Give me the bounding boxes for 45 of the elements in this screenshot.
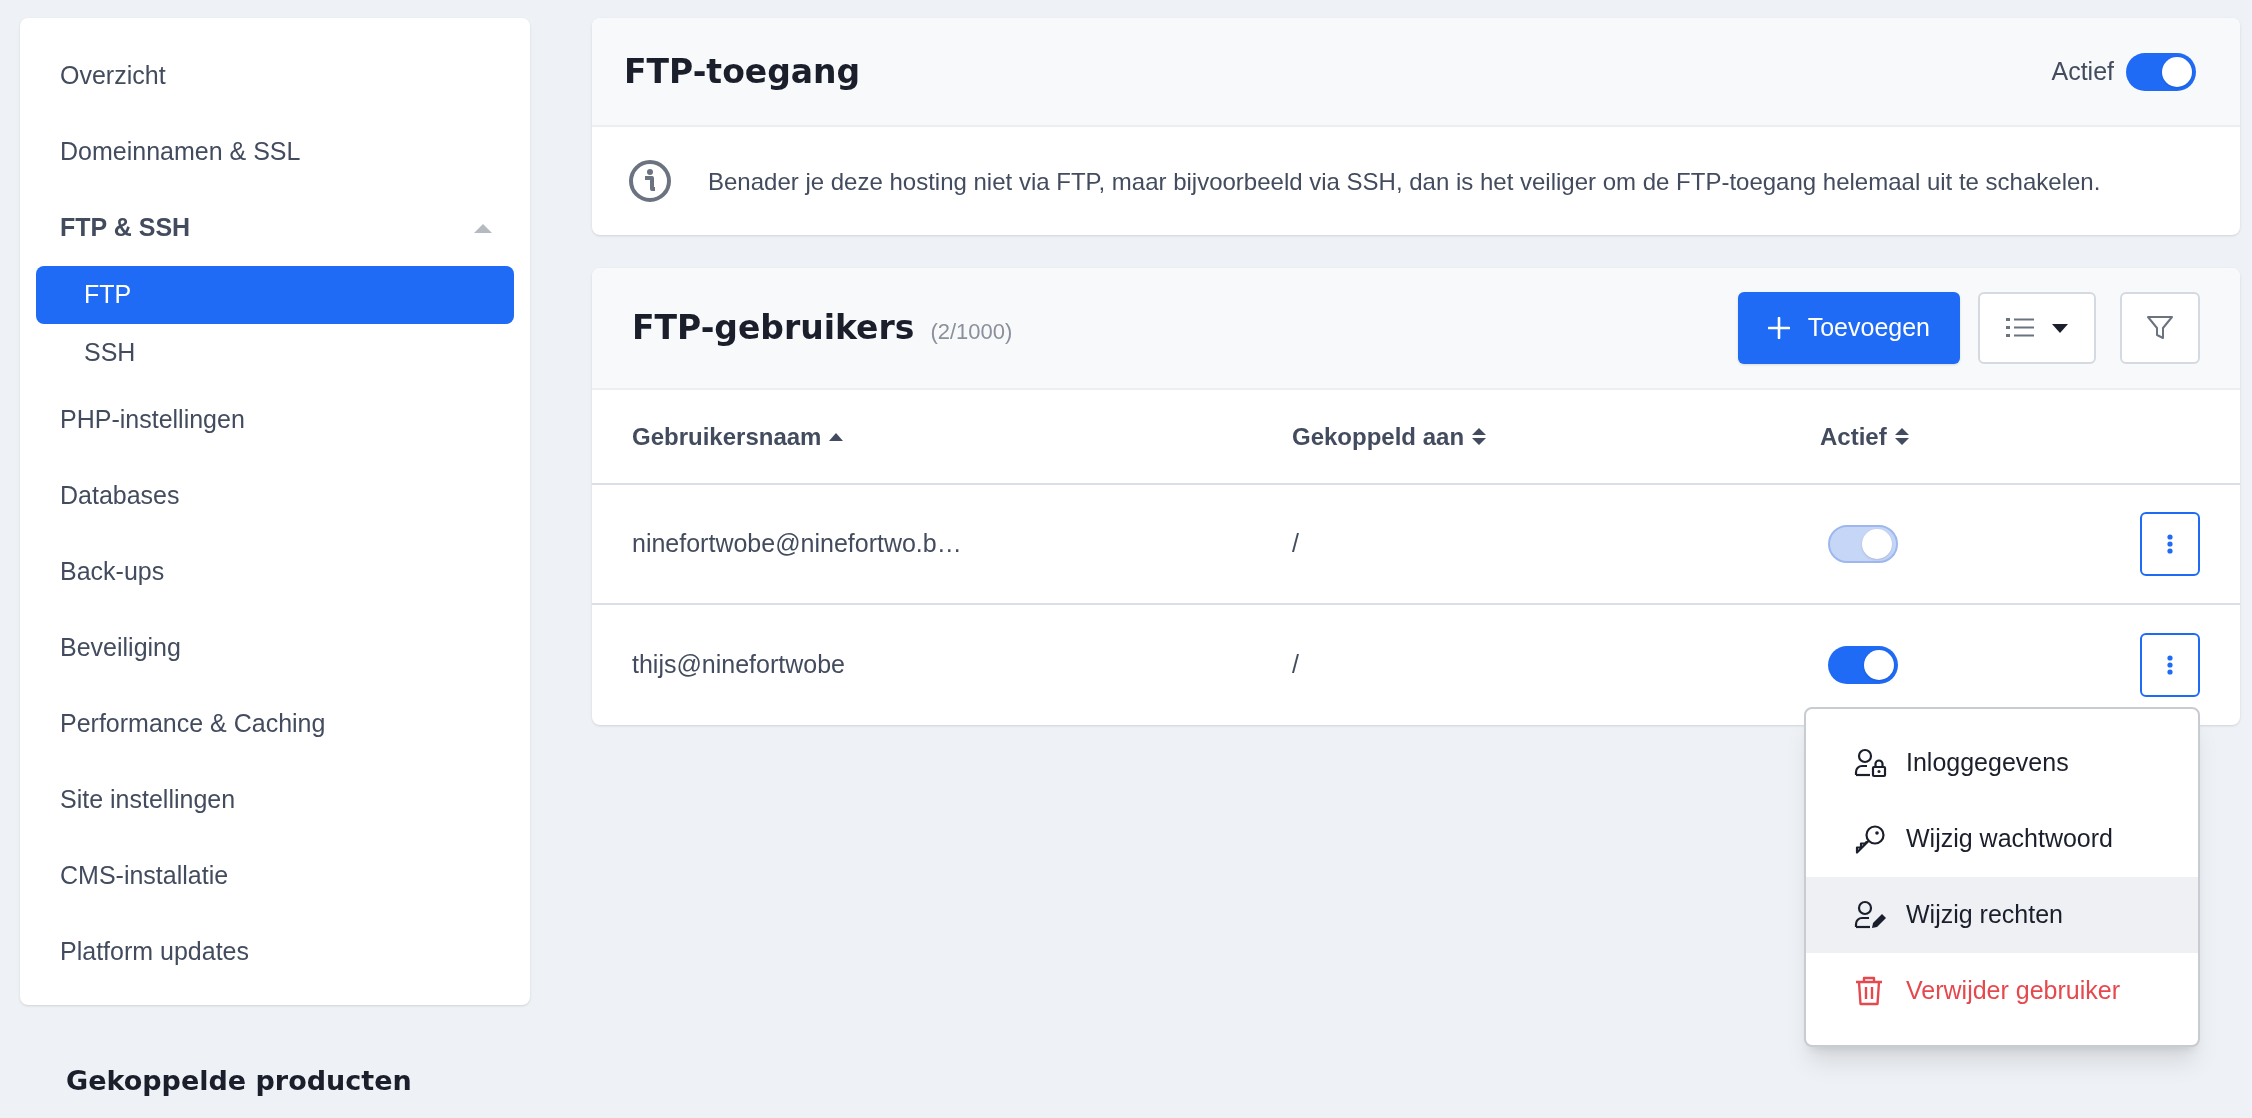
column-header[interactable]: Gekoppeld aan <box>1292 418 1465 455</box>
menu-item[interactable]: Inloggegevens <box>1806 725 2198 801</box>
toggle-switch[interactable] <box>1828 646 1898 684</box>
table-cell-text: / <box>1292 649 1300 681</box>
plus-icon <box>1767 317 1790 339</box>
menu-item[interactable]: Wijzig wachtwoord <box>1806 801 2198 877</box>
user-lock-icon <box>1854 748 1888 778</box>
user-count: (2/1000) <box>930 318 1013 347</box>
column-header[interactable]: Gebruikersnaam <box>632 418 822 455</box>
kebab-icon <box>2167 655 2173 675</box>
user-pen-icon <box>1854 900 1888 930</box>
card-title: FTP-gebruikers <box>632 307 915 350</box>
sidebar-item[interactable]: Platform updates <box>20 914 530 990</box>
kebab-icon <box>2167 534 2173 554</box>
toggle-label: Actief <box>2051 55 2114 87</box>
sidebar-item[interactable]: Back-ups <box>20 534 530 610</box>
sidebar-item[interactable]: Databases <box>20 458 530 534</box>
sidebar-item[interactable]: Domeinnamen & SSL <box>20 114 530 190</box>
sidebar-item[interactable]: Site instellingen <box>20 762 530 838</box>
toggle-switch[interactable] <box>2126 52 2196 91</box>
sidebar-item[interactable]: FTP & SSH <box>20 190 530 266</box>
caret-icon <box>2052 323 2068 333</box>
sidebar-item[interactable]: CMS-installatie <box>20 838 530 914</box>
filter-button[interactable] <box>2120 292 2200 364</box>
sidebar-item[interactable]: Overzicht <box>20 38 530 114</box>
more-button[interactable] <box>2140 633 2200 697</box>
section-heading: Gekoppelde producten <box>66 1065 412 1096</box>
more-button[interactable] <box>2140 512 2200 576</box>
list-icon <box>2006 317 2034 339</box>
sidebar-item[interactable]: Beveiliging <box>20 610 530 686</box>
table-cell-text: ninefortwobe@ninefortwo.b… <box>632 528 963 560</box>
info-icon <box>628 159 672 203</box>
menu-item[interactable]: Wijzig rechten <box>1806 877 2198 953</box>
card-title: FTP-toegang <box>624 50 861 93</box>
sidebar-item[interactable]: PHP-instellingen <box>20 382 530 458</box>
info-text: Benader je deze hosting niet via FTP, maar bijvoorbeeld via SSH, dan is het veiliger om de FTP-toegang helemaal uit te schakelen. <box>708 166 2101 197</box>
add-button[interactable]: Toevoegen <box>1737 292 1960 364</box>
sidebar-subitem[interactable]: FTP <box>36 266 514 324</box>
sidebar-item[interactable]: Performance & Caching <box>20 686 530 762</box>
table-cell-text: / <box>1292 528 1300 560</box>
menu-item[interactable]: Verwijder gebruiker <box>1806 953 2198 1029</box>
filter-icon <box>2146 314 2174 342</box>
table-cell-text: thijs@ninefortwobe <box>632 649 846 681</box>
column-header[interactable]: Actief <box>1820 418 1887 455</box>
sidebar-subitem[interactable]: SSH <box>36 324 514 382</box>
